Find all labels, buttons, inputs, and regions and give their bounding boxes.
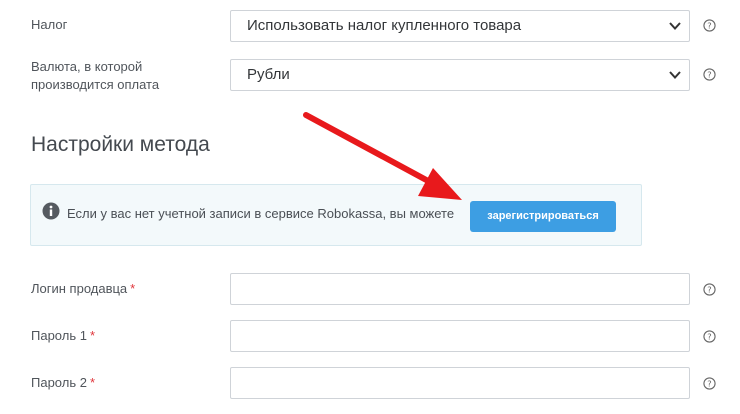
password2-input[interactable] [230, 367, 690, 399]
help-icon[interactable]: ? [703, 19, 716, 32]
password2-label-text: Пароль 2 [31, 375, 87, 390]
svg-text:?: ? [707, 21, 711, 31]
svg-text:?: ? [707, 332, 711, 342]
chevron-down-icon [669, 22, 681, 30]
help-icon[interactable]: ? [703, 330, 716, 343]
currency-label-line2: производится оплата [31, 77, 160, 92]
password2-label: Пароль 2 * [31, 374, 95, 392]
section-title: Настройки метода [31, 133, 210, 156]
help-icon[interactable]: ? [703, 283, 716, 296]
seller-login-input[interactable] [230, 273, 690, 305]
password1-label: Пароль 1 * [31, 327, 95, 345]
currency-label: Валюта, в которой производится оплата [31, 58, 159, 94]
chevron-down-icon [669, 71, 681, 79]
required-mark: * [130, 281, 136, 296]
svg-text:?: ? [707, 70, 711, 80]
info-text: Если у вас нет учетной записи в сервисе … [67, 206, 455, 221]
help-icon[interactable]: ? [703, 68, 716, 81]
seller-login-label-text: Логин продавца [31, 281, 128, 296]
tax-select[interactable]: Использовать налог купленного товара [230, 10, 690, 42]
tax-label: Налог [31, 17, 68, 32]
svg-text:?: ? [707, 285, 711, 295]
password1-input[interactable] [230, 320, 690, 352]
svg-text:?: ? [707, 379, 711, 389]
password1-label-text: Пароль 1 [31, 328, 87, 343]
seller-login-label: Логин продавца * [31, 280, 135, 298]
required-mark: * [89, 375, 96, 390]
tax-select-value: Использовать налог купленного товара [247, 17, 522, 34]
info-icon [42, 202, 60, 220]
help-icon[interactable]: ? [703, 377, 716, 390]
info-box: Если у вас нет учетной записи в сервисе … [30, 184, 642, 246]
currency-label-line1: Валюта, в которой [31, 59, 143, 74]
required-mark: * [89, 328, 96, 343]
currency-select[interactable]: Рубли [230, 59, 690, 91]
register-button[interactable]: зарегистрироваться [470, 201, 616, 232]
currency-select-value: Рубли [247, 66, 290, 83]
